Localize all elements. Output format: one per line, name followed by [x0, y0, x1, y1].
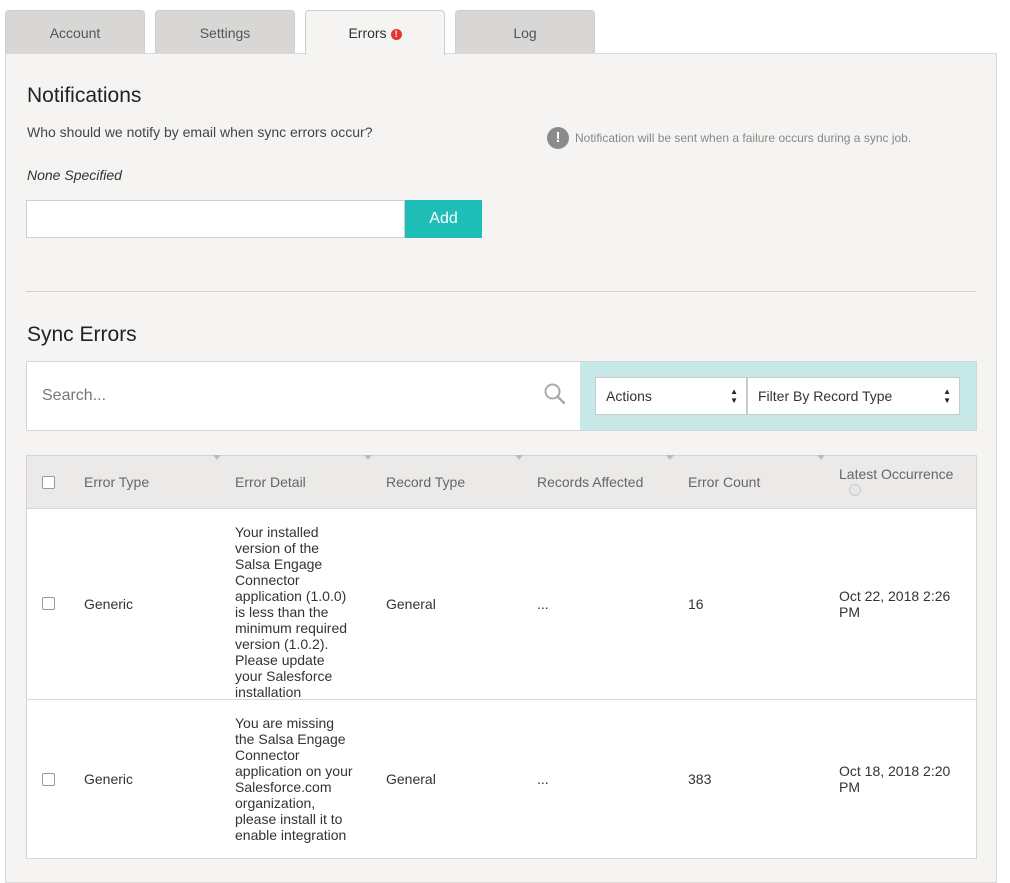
latest-occurrence-cell: Oct 18, 2018 2:20 PM [839, 763, 951, 795]
table-row: Generic You are missing the Salsa Engage… [27, 700, 976, 859]
error-type-cell: Generic [84, 596, 134, 612]
error-count-cell: 16 [688, 596, 704, 612]
notification-hint: ! Notification will be sent when a failu… [547, 127, 911, 149]
record-type-cell: General [386, 771, 436, 787]
table-header: Error Type Error Detail Record Type Reco… [27, 455, 976, 509]
table-row: Generic Your installed version of the Sa… [27, 509, 976, 700]
tab-label: Errors [348, 25, 387, 41]
sort-indicator-icon[interactable] [849, 484, 861, 496]
sort-caret-icon [364, 455, 372, 460]
column-header-error-count[interactable]: Error Count [688, 474, 760, 490]
error-type-cell: Generic [84, 771, 134, 787]
notify-question: Who should we notify by email when sync … [27, 124, 373, 140]
column-header-error-detail[interactable]: Error Detail [235, 474, 306, 490]
notifications-title: Notifications [27, 84, 142, 107]
error-count-cell: 383 [688, 771, 712, 787]
search-filter-bar: Actions ▲▼ Filter By Record Type ▲▼ [26, 361, 977, 431]
tab-settings[interactable]: Settings [155, 10, 295, 53]
tab-label: Settings [199, 25, 251, 41]
divider [26, 291, 976, 292]
info-exclamation-icon: ! [547, 127, 569, 149]
tab-account[interactable]: Account [5, 10, 145, 53]
column-header-latest-occurrence[interactable]: Latest Occurrence [839, 466, 953, 482]
row-checkbox[interactable] [42, 597, 55, 610]
record-type-cell: General [386, 596, 436, 612]
records-affected-cell[interactable]: ... [537, 596, 549, 612]
column-header-error-type[interactable]: Error Type [84, 474, 149, 490]
error-badge-icon: ! [390, 29, 402, 40]
search-input[interactable] [27, 362, 580, 430]
sort-caret-icon [666, 455, 674, 460]
current-recipients: None Specified [27, 167, 122, 183]
actions-select[interactable]: Actions ▲ ▼ [595, 377, 747, 415]
errors-panel: Notifications Who should we notify by em… [5, 53, 997, 883]
tab-label: Account [49, 25, 101, 41]
error-detail-cell: You are missing the Salsa Engage Connect… [235, 715, 353, 843]
sort-caret-icon [817, 455, 825, 460]
tab-label: Log [513, 25, 537, 41]
email-input[interactable] [26, 200, 405, 238]
records-affected-cell[interactable]: ... [537, 771, 549, 787]
actions-select-label: Actions [606, 388, 652, 404]
add-button[interactable]: Add [405, 200, 482, 238]
tab-errors[interactable]: Errors! [305, 10, 445, 55]
column-header-records-affected[interactable]: Records Affected [537, 474, 643, 490]
filter-select-label: Filter By Record Type [758, 388, 893, 404]
search-icon[interactable] [543, 382, 567, 406]
sync-errors-title: Sync Errors [27, 323, 137, 346]
latest-occurrence-cell: Oct 22, 2018 2:26 PM [839, 588, 951, 620]
row-checkbox[interactable] [42, 773, 55, 786]
error-detail-cell: Your installed version of the Salsa Enga… [235, 524, 348, 700]
sort-caret-icon [515, 455, 523, 460]
record-type-filter-select[interactable]: Filter By Record Type ▲ ▼ [747, 377, 960, 415]
sort-caret-icon [213, 455, 221, 460]
column-header-record-type[interactable]: Record Type [386, 474, 465, 490]
sync-errors-table: Error Type Error Detail Record Type Reco… [26, 455, 977, 859]
select-arrows-icon: ▲ ▼ [943, 387, 951, 405]
select-all-checkbox[interactable] [42, 476, 55, 489]
tab-log[interactable]: Log [455, 10, 595, 53]
select-arrows-icon: ▲ ▼ [730, 387, 738, 405]
hint-text: Notification will be sent when a failure… [575, 131, 912, 145]
filter-area: Actions ▲ ▼ Filter By Record Type ▲ ▼ [580, 362, 976, 430]
